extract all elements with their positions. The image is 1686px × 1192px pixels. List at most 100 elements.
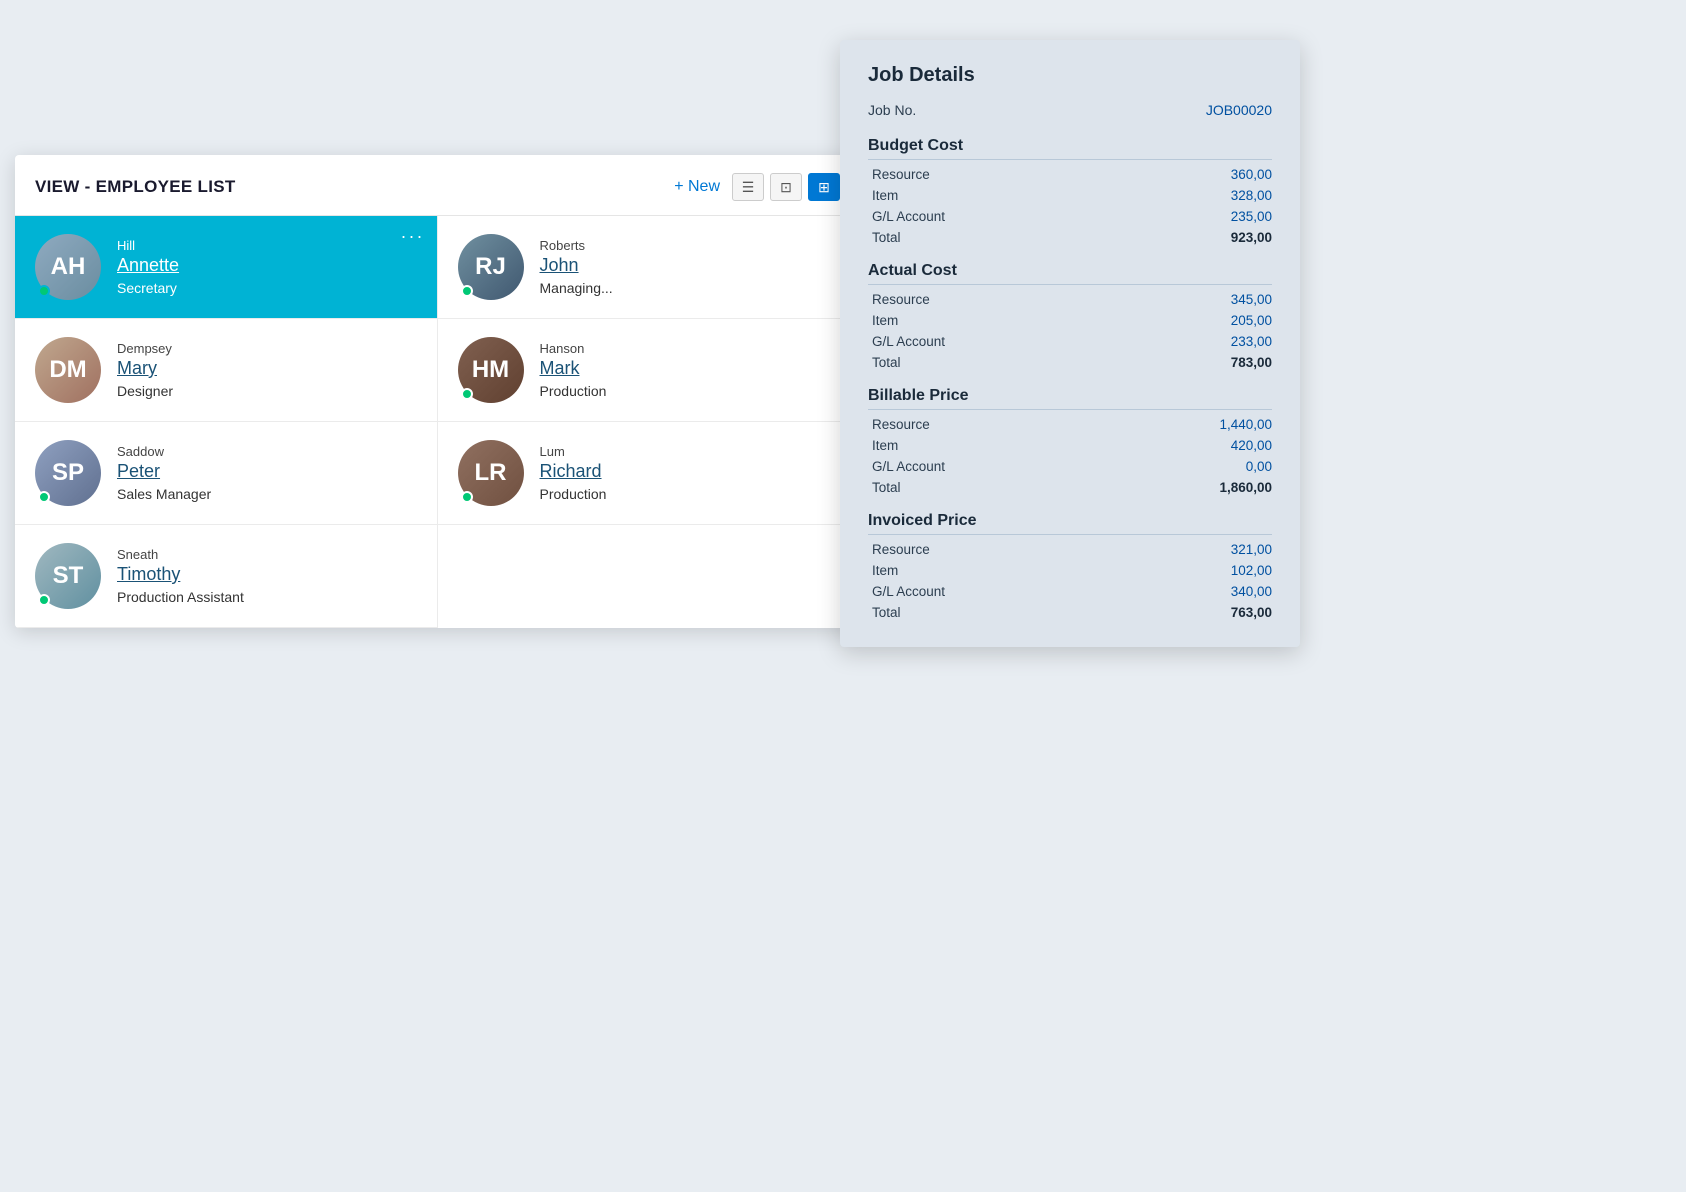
- avatar: DM: [35, 337, 101, 403]
- detail-row-total: Total 783,00: [868, 352, 1272, 373]
- detail-value: 360,00: [1231, 167, 1272, 182]
- detail-label: Item: [872, 438, 898, 453]
- detail-value: 1,440,00: [1219, 417, 1272, 432]
- section-divider: [868, 159, 1272, 160]
- section-divider: [868, 534, 1272, 535]
- detail-row-item: Item102,00: [868, 560, 1272, 581]
- job-details-title: Job Details: [868, 64, 1272, 87]
- detail-row-gl-account: G/L Account233,00: [868, 331, 1272, 352]
- emp-first-name[interactable]: Mary: [117, 358, 417, 379]
- detail-value: 321,00: [1231, 542, 1272, 557]
- detail-label: Total: [872, 605, 901, 620]
- detail-value: 783,00: [1231, 355, 1272, 370]
- emp-info: Dempsey Mary Designer: [117, 341, 417, 399]
- detail-row-resource: Resource 360,00: [868, 164, 1272, 185]
- detail-value: 763,00: [1231, 605, 1272, 620]
- detail-row-item: Item 205,00: [868, 310, 1272, 331]
- detail-label: Resource: [872, 167, 930, 182]
- detail-label: Item: [872, 563, 898, 578]
- online-indicator: [461, 388, 473, 400]
- emp-last-name: Sneath: [117, 547, 417, 562]
- grid-view-button[interactable]: ⊞: [808, 173, 840, 201]
- online-indicator: [38, 491, 50, 503]
- detail-row-item: Item 420,00: [868, 435, 1272, 456]
- section-header-budget-cost: Budget Cost: [868, 137, 1272, 155]
- detail-row-gl-account: G/L Account 235,00: [868, 206, 1272, 227]
- section-divider: [868, 409, 1272, 410]
- detail-label: G/L Account: [872, 459, 945, 474]
- emp-role: Production: [540, 486, 841, 502]
- emp-first-name[interactable]: Annette: [117, 255, 417, 276]
- detail-label: Resource: [872, 292, 930, 307]
- online-indicator: [461, 491, 473, 503]
- avatar-wrap: HM: [458, 337, 524, 403]
- detail-label: Total: [872, 480, 901, 495]
- detail-value: 923,00: [1231, 230, 1272, 245]
- panel-title: VIEW - EMPLOYEE LIST: [35, 177, 662, 197]
- online-indicator: [38, 594, 50, 606]
- emp-first-name[interactable]: Peter: [117, 461, 417, 482]
- detail-value: 345,00: [1231, 292, 1272, 307]
- detail-value: 205,00: [1231, 313, 1272, 328]
- detail-value: 340,00: [1231, 584, 1272, 599]
- employees-grid: AH Hill Annette Secretary ··· RJ Roberts…: [15, 216, 860, 628]
- panel-header: VIEW - EMPLOYEE LIST + New ☰ ⊡ ⊞: [15, 155, 860, 216]
- emp-info: Sneath Timothy Production Assistant: [117, 547, 417, 605]
- detail-row-total: Total923,00: [868, 227, 1272, 248]
- employee-card-lum[interactable]: LR Lum Richard Production: [438, 422, 861, 525]
- detail-label: Resource: [872, 417, 930, 432]
- section-header-billable-price: Billable Price: [868, 387, 1272, 405]
- section-header-actual-cost: Actual Cost: [868, 262, 1272, 280]
- emp-last-name: Hanson: [540, 341, 841, 356]
- emp-info: Roberts John Managing...: [540, 238, 841, 296]
- detail-label: G/L Account: [872, 334, 945, 349]
- emp-first-name[interactable]: John: [540, 255, 841, 276]
- avatar-wrap: LR: [458, 440, 524, 506]
- emp-role: Sales Manager: [117, 486, 417, 502]
- avatar-wrap: ST: [35, 543, 101, 609]
- new-button[interactable]: + New: [674, 178, 720, 196]
- emp-role: Secretary: [117, 280, 417, 296]
- detail-value: 1,860,00: [1219, 480, 1272, 495]
- emp-first-name[interactable]: Mark: [540, 358, 841, 379]
- more-options-button[interactable]: ···: [401, 226, 425, 247]
- detail-row-gl-account: G/L Account0,00: [868, 456, 1272, 477]
- employee-card-peter[interactable]: SP Saddow Peter Sales Manager: [15, 422, 438, 525]
- online-indicator: [461, 285, 473, 297]
- detail-label: Item: [872, 188, 898, 203]
- employee-card-roberts[interactable]: RJ Roberts John Managing...: [438, 216, 861, 319]
- detail-value: 328,00: [1231, 188, 1272, 203]
- list-view-button[interactable]: ☰: [732, 173, 764, 201]
- view-icons: ☰ ⊡ ⊞: [732, 173, 840, 201]
- employee-card-timothy[interactable]: ST Sneath Timothy Production Assistant: [15, 525, 438, 628]
- job-no-row: Job No. JOB00020: [868, 97, 1272, 123]
- employee-card-hanson[interactable]: HM Hanson Mark Production: [438, 319, 861, 422]
- emp-first-name[interactable]: Timothy: [117, 564, 417, 585]
- detail-label: Total: [872, 355, 901, 370]
- detail-row-total: Total 763,00: [868, 602, 1272, 623]
- avatar-wrap: DM: [35, 337, 101, 403]
- emp-info: Hanson Mark Production: [540, 341, 841, 399]
- detail-row-gl-account: G/L Account340,00: [868, 581, 1272, 602]
- emp-role: Production: [540, 383, 841, 399]
- emp-role: Designer: [117, 383, 417, 399]
- detail-value: 420,00: [1231, 438, 1272, 453]
- emp-info: Saddow Peter Sales Manager: [117, 444, 417, 502]
- emp-role: Managing...: [540, 280, 841, 296]
- section-header-invoiced-price: Invoiced Price: [868, 512, 1272, 530]
- section-divider: [868, 284, 1272, 285]
- emp-info: Lum Richard Production: [540, 444, 841, 502]
- detail-value: 235,00: [1231, 209, 1272, 224]
- detail-label: G/L Account: [872, 209, 945, 224]
- detail-label: Resource: [872, 542, 930, 557]
- emp-last-name: Lum: [540, 444, 841, 459]
- emp-first-name[interactable]: Richard: [540, 461, 841, 482]
- tile-view-button[interactable]: ⊡: [770, 173, 802, 201]
- detail-row-resource: Resource 345,00: [868, 289, 1272, 310]
- employee-card-annette[interactable]: AH Hill Annette Secretary ···: [15, 216, 438, 319]
- avatar-wrap: SP: [35, 440, 101, 506]
- employee-card-mary[interactable]: DM Dempsey Mary Designer: [15, 319, 438, 422]
- avatar-wrap: AH: [35, 234, 101, 300]
- emp-last-name: Roberts: [540, 238, 841, 253]
- detail-label: Item: [872, 313, 898, 328]
